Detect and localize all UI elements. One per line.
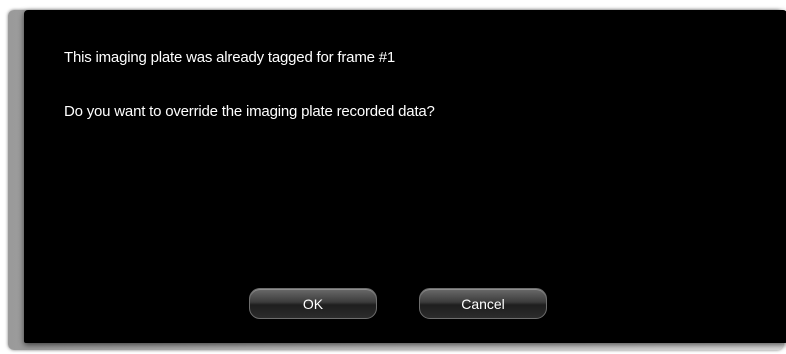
dialog-message-tagged: This imaging plate was already tagged fo… xyxy=(64,49,396,66)
confirmation-dialog: This imaging plate was already tagged fo… xyxy=(24,10,786,343)
cancel-button[interactable]: Cancel xyxy=(419,288,547,319)
dialog-frame: This imaging plate was already tagged fo… xyxy=(8,10,786,350)
ok-button[interactable]: OK xyxy=(249,288,377,319)
dialog-message-question: Do you want to override the imaging plat… xyxy=(64,103,435,120)
